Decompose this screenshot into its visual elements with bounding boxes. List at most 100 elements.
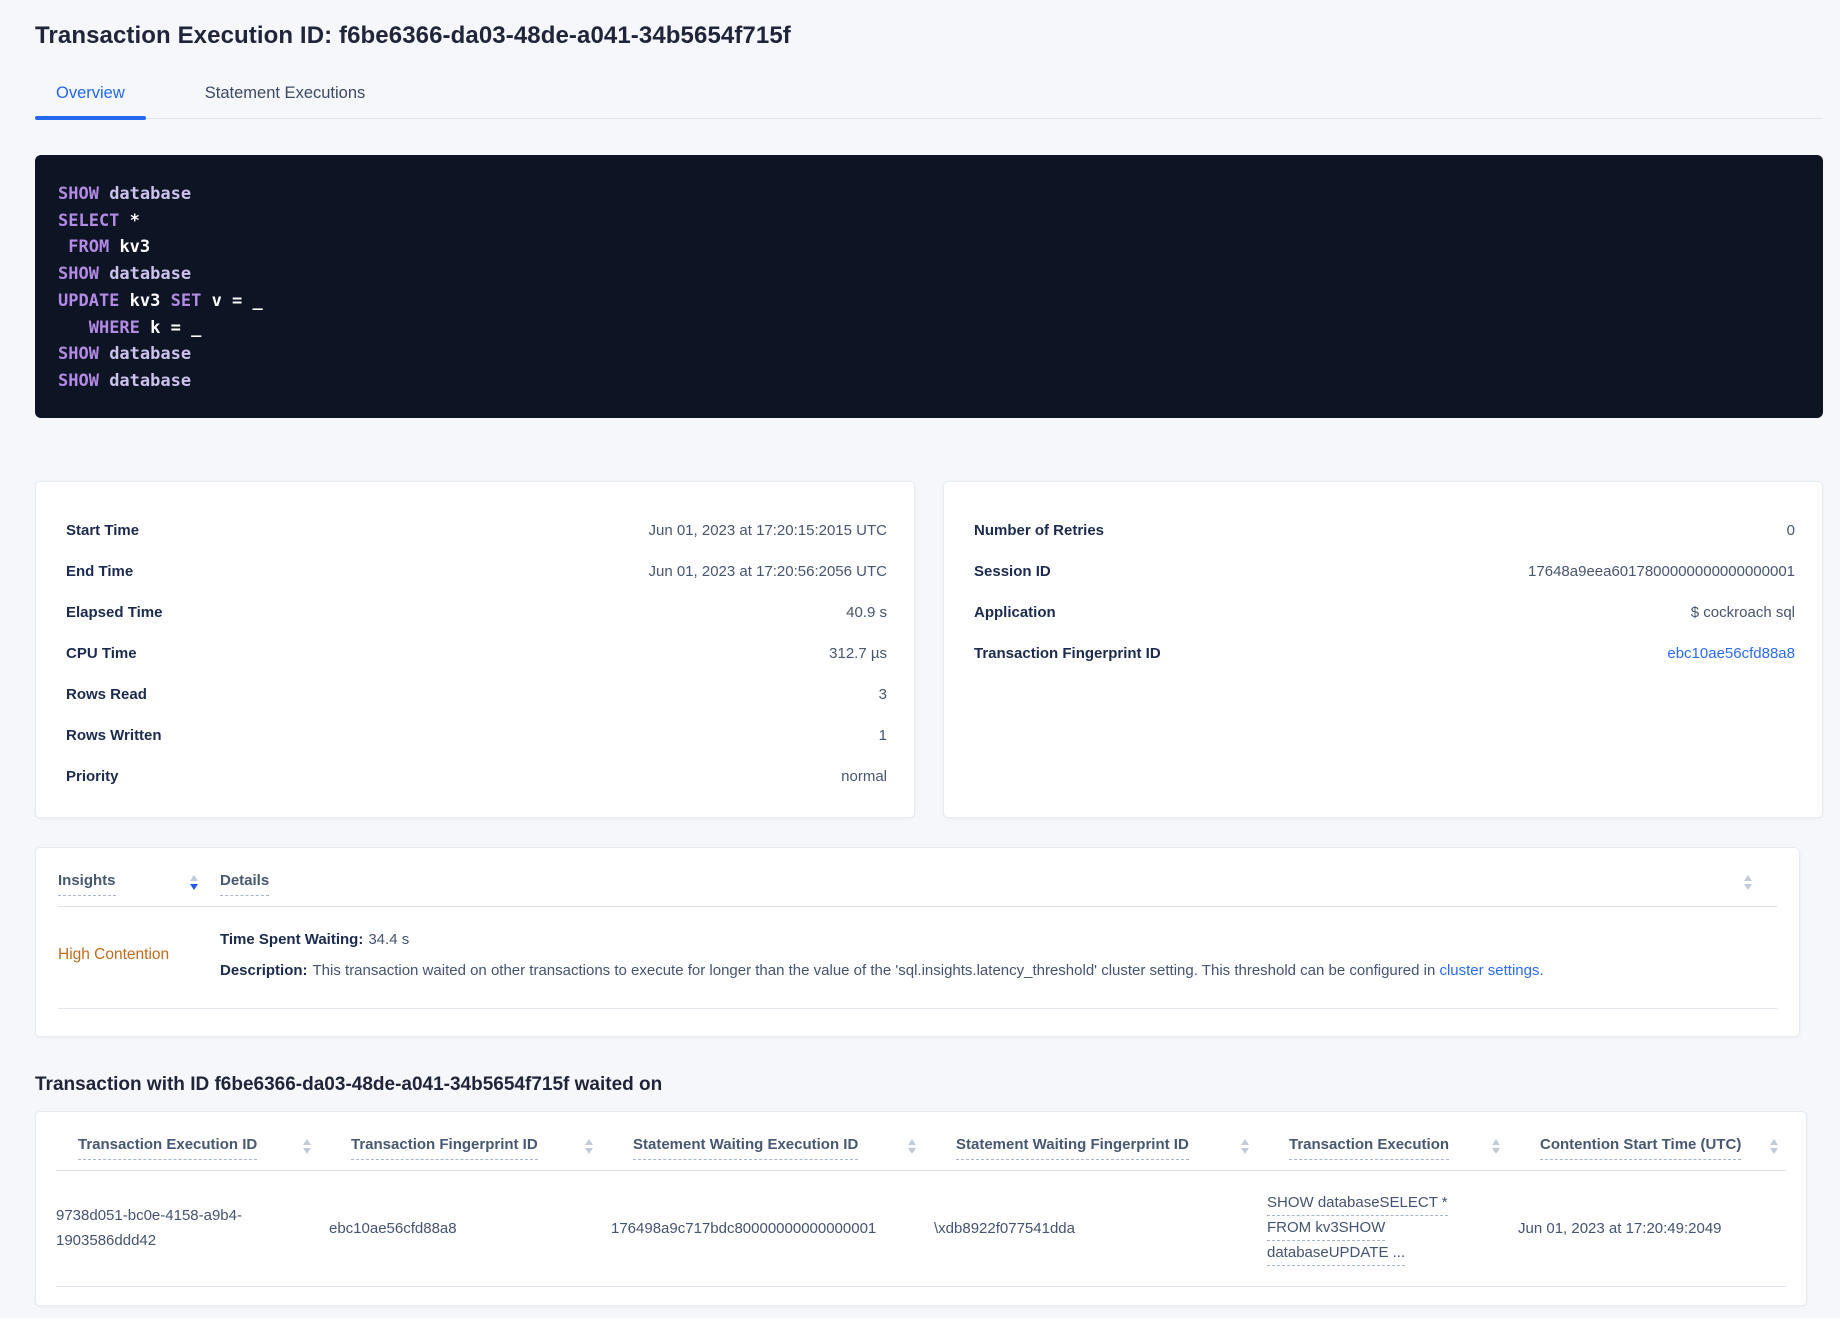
- summary-label-application: Application: [974, 603, 1056, 621]
- summary-label-elapsed-time: Elapsed Time: [66, 603, 163, 621]
- execution-summary-rows: Start Time Jun 01, 2023 at 17:20:15:2015 …: [66, 510, 887, 797]
- column-header-label: Contention Start Time (UTC): [1540, 1136, 1742, 1160]
- sort-icon[interactable]: [585, 1138, 593, 1154]
- sort-icon[interactable]: [1770, 1138, 1778, 1154]
- sql-line: WHERE k = _: [58, 315, 1800, 342]
- sort-down-icon: [1241, 1147, 1249, 1154]
- time-spent-waiting-value: 34.4 s: [368, 930, 410, 948]
- session-summary-card: Number of Retries 0 Session ID 17648a9eea60…: [943, 480, 1823, 818]
- sql-token: database: [109, 344, 192, 365]
- sort-icon[interactable]: [190, 874, 198, 890]
- sort-down-icon: [303, 1147, 311, 1154]
- waited-on-table-header: Transaction Execution ID Transaction Fing…: [56, 1136, 1786, 1171]
- details-column-label: Details: [220, 872, 270, 896]
- description-text: This transaction waited on other transac…: [312, 961, 1440, 979]
- column-header-transaction-execution[interactable]: Transaction Execution: [1289, 1136, 1540, 1160]
- statement-waiting-fingerprint-id-cell: \xdb8922f077541dda: [934, 1219, 1075, 1237]
- sql-token: k = _: [150, 317, 202, 338]
- transaction-fingerprint-link[interactable]: ebc10ae56cfd88a8: [1667, 645, 1795, 662]
- sql-token: v = _: [211, 290, 263, 311]
- column-header-label: Statement Waiting Execution ID: [633, 1136, 859, 1160]
- summary-value-cpu-time: 312.7 µs: [829, 644, 887, 662]
- contention-start-time-cell: Jun 01, 2023 at 17:20:49:2049: [1518, 1219, 1722, 1237]
- time-spent-waiting-label: Time Spent Waiting:: [220, 930, 364, 948]
- summary-row: Application $ cockroach sql: [974, 592, 1795, 633]
- tab-statement-executions[interactable]: Statement Executions: [184, 78, 387, 118]
- tab-overview[interactable]: Overview: [35, 78, 146, 120]
- sql-token: SELECT: [58, 210, 130, 231]
- summary-row: Transaction Fingerprint ID ebc10ae56cfd88…: [974, 633, 1795, 674]
- sql-line: SHOW database: [58, 261, 1800, 288]
- sort-icon[interactable]: [303, 1138, 311, 1154]
- summary-value-number-of-retries: 0: [1786, 521, 1795, 539]
- column-header-details[interactable]: Details: [220, 872, 270, 896]
- summary-label-priority: Priority: [66, 767, 119, 785]
- summary-value-end-time: Jun 01, 2023 at 17:20:56:2056 UTC: [648, 562, 887, 580]
- column-header-insights[interactable]: Insights: [58, 872, 198, 896]
- summary-value-priority: normal: [841, 767, 887, 785]
- summary-value-start-time: Jun 01, 2023 at 17:20:15:2015 UTC: [648, 521, 887, 539]
- sort-down-icon: [1770, 1147, 1778, 1154]
- tab-bar: Overview Statement Executions: [35, 78, 1823, 120]
- sql-token: database: [109, 184, 192, 204]
- sort-icon[interactable]: [1492, 1138, 1500, 1154]
- insight-row: High Contention Time Spent Waiting: 34.4 …: [58, 907, 1777, 1009]
- insights-column-label: Insights: [58, 872, 116, 896]
- sql-token: database: [109, 370, 192, 391]
- waited-on-table: Transaction Execution ID Transaction Fing…: [35, 1110, 1807, 1306]
- sort-up-icon: [585, 1138, 593, 1145]
- cluster-settings-link[interactable]: cluster settings: [1439, 962, 1539, 979]
- transaction-execution-query-link[interactable]: SHOW databaseSELECT *: [1267, 1191, 1448, 1216]
- column-header-statement-waiting-fingerprint-id[interactable]: Statement Waiting Fingerprint ID: [956, 1136, 1289, 1160]
- summary-row: Elapsed Time 40.9 s: [66, 592, 887, 633]
- column-header-label: Transaction Execution: [1289, 1136, 1450, 1160]
- transaction-fingerprint-id-cell: ebc10ae56cfd88a8: [329, 1219, 457, 1237]
- column-header-label: Statement Waiting Fingerprint ID: [956, 1136, 1189, 1160]
- sort-down-icon: [1744, 883, 1752, 890]
- summary-label-number-of-retries: Number of Retries: [974, 521, 1105, 539]
- sql-token: UPDATE: [58, 290, 130, 311]
- summary-row: Number of Retries 0: [974, 510, 1795, 551]
- sort-up-icon: [1744, 874, 1752, 881]
- summary-label-session-id: Session ID: [974, 562, 1051, 580]
- sort-icon[interactable]: [908, 1138, 916, 1154]
- summary-label-rows-written: Rows Written: [66, 726, 162, 744]
- column-header-statement-waiting-execution-id[interactable]: Statement Waiting Execution ID: [633, 1136, 956, 1160]
- column-header-transaction-fingerprint-id[interactable]: Transaction Fingerprint ID: [351, 1136, 633, 1160]
- sort-icon[interactable]: [1241, 1138, 1249, 1154]
- sql-token: WHERE: [88, 317, 151, 338]
- transaction-execution-query-link[interactable]: FROM kv3SHOW: [1267, 1216, 1386, 1241]
- sql-line: SELECT *: [58, 208, 1800, 235]
- column-header-label: Transaction Fingerprint ID: [351, 1136, 538, 1160]
- column-header-transaction-execution-id[interactable]: Transaction Execution ID: [78, 1136, 351, 1160]
- transaction-execution-query-link[interactable]: databaseUPDATE ...: [1267, 1241, 1406, 1266]
- waited-on-heading: Transaction with ID f6be6366-da03-48de-a…: [35, 1073, 663, 1095]
- page-title: Transaction Execution ID: f6be6366-da03-…: [35, 22, 791, 49]
- sort-up-icon: [1770, 1138, 1778, 1145]
- sort-icon[interactable]: [1744, 874, 1752, 890]
- summary-value-elapsed-time: 40.9 s: [846, 603, 887, 621]
- sort-up-icon: [1241, 1138, 1249, 1145]
- summary-row: End Time Jun 01, 2023 at 17:20:56:2056 UT…: [66, 551, 887, 592]
- summary-row: Session ID 17648a9eea60178000000000000000…: [974, 551, 1795, 592]
- sql-token: SHOW: [58, 370, 110, 391]
- sql-token: SET: [170, 290, 212, 311]
- summary-value-session-id: 17648a9eea6017800000000000000001: [1528, 562, 1795, 580]
- summary-label-cpu-time: CPU Time: [66, 644, 137, 662]
- summary-row: Priority normal: [66, 756, 887, 797]
- sort-up-icon: [1492, 1138, 1500, 1145]
- sql-token: kv3: [129, 290, 171, 311]
- sql-statements-box: SHOW database SELECT * FROM kv3 SHOW datab…: [35, 155, 1823, 418]
- sql-token: kv3: [119, 237, 151, 258]
- execution-summary-card: Start Time Jun 01, 2023 at 17:20:15:2015 …: [35, 480, 915, 818]
- description-suffix: .: [1539, 961, 1544, 979]
- transaction-details-page: Transaction Execution ID: f6be6366-da03-…: [0, 0, 1840, 1306]
- column-header-contention-start-time-utc[interactable]: Contention Start Time (UTC): [1540, 1136, 1786, 1160]
- sort-up-icon: [190, 874, 198, 881]
- summary-cards-row: Start Time Jun 01, 2023 at 17:20:15:2015 …: [35, 480, 1823, 818]
- summary-label-end-time: End Time: [66, 562, 134, 580]
- time-spent-waiting-line: Time Spent Waiting: 34.4 s: [220, 929, 1544, 951]
- summary-row: Start Time Jun 01, 2023 at 17:20:15:2015 …: [66, 510, 887, 551]
